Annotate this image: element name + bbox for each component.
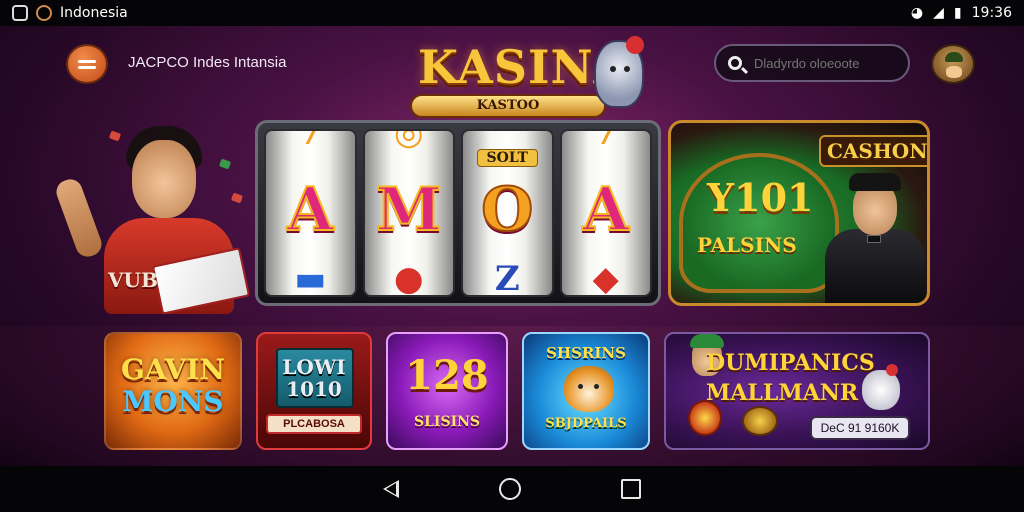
card-table: [679, 153, 839, 293]
wifi-icon: ◕: [910, 5, 924, 21]
game-tile[interactable]: DUMIPANICS MALLMANR DeC 91 9160K: [664, 332, 930, 450]
game-tile[interactable]: 128 SLISINS: [386, 332, 508, 450]
reel-label: SOLT: [477, 149, 538, 167]
shiba-dog-icon: [564, 366, 614, 412]
tile-title-line2: 1010: [286, 377, 342, 401]
game-tile[interactable]: GAVIN MONS: [104, 332, 242, 450]
tile-title: LOWI 1010: [258, 356, 370, 400]
slot-reel: 7 A ◆: [559, 129, 652, 297]
character-arm: [53, 175, 105, 261]
tile-number: 128: [405, 352, 489, 399]
puppy-icon: [862, 364, 900, 410]
tile-title-line2: MONS: [122, 385, 224, 418]
page-title: JACPCO Indes Intansia: [128, 54, 287, 71]
search-input[interactable]: [754, 55, 904, 71]
game-tile[interactable]: LOWI 1010 PLCABOSA: [256, 332, 372, 450]
casino-chip-icon: [688, 400, 722, 436]
tile-subtitle: PLCABOSA: [266, 414, 362, 434]
avatar[interactable]: [931, 44, 975, 84]
table-game-banner[interactable]: Y101 PALSINS CASHONS: [668, 120, 930, 306]
reel-symbol-bottom: ●: [393, 259, 424, 297]
battery-icon: ▮: [953, 5, 962, 21]
banner-subtitle: PALSINS: [697, 233, 797, 257]
tile-subtitle: SLISINS: [413, 414, 481, 430]
back-icon[interactable]: [383, 480, 399, 498]
status-time: 19:36: [971, 5, 1012, 21]
dealer-character-art: [819, 173, 927, 303]
signal-icon: ◢: [933, 5, 944, 21]
logo-ribbon: KASTOO: [410, 94, 606, 118]
system-nav-bar: [0, 466, 1024, 512]
slot-reel: 7 A ▬: [264, 129, 357, 297]
app-notification-icon: [12, 5, 28, 21]
game-tile[interactable]: SHSRINS SBJDPAILS: [522, 332, 650, 450]
reel-symbol-top: 7: [593, 129, 618, 153]
slot-machine-banner[interactable]: 7 A ▬ ◎ M ● SOLT O Z 7 A ◆: [255, 120, 661, 306]
reel-symbol-middle: M: [375, 174, 443, 246]
casino-logo[interactable]: KASINA KASTOO: [408, 36, 648, 122]
browser-notification-icon: [36, 5, 52, 21]
reel-symbol-middle: A: [286, 174, 335, 246]
reel-symbol-middle: A: [581, 174, 630, 246]
tile-title: GAVIN MONS: [106, 354, 240, 418]
status-app-name: Indonesia: [60, 5, 128, 21]
home-icon[interactable]: [499, 478, 521, 500]
reel-symbol-bottom: Z: [494, 259, 520, 297]
reel-symbol-bottom: ◆: [592, 259, 619, 297]
flying-card-icon: [218, 158, 232, 170]
search-bar[interactable]: [714, 44, 910, 82]
banner-number: Y101: [707, 175, 814, 220]
tile-title-line1: LOWI: [282, 355, 346, 379]
player-character-art: VUB: [53, 118, 251, 318]
gold-coin-icon: [742, 406, 778, 436]
dealer-hat-icon: [849, 173, 901, 191]
character-sign: VUB: [108, 268, 158, 292]
tile-title: SHSRINS: [546, 344, 626, 362]
status-icons: ◕ ◢ ▮ 19:36: [911, 5, 1012, 21]
banner-title: CASHONS: [819, 135, 927, 167]
character-head: [132, 140, 196, 218]
reel-symbol-bottom: ▬: [294, 259, 327, 297]
menu-button[interactable]: [66, 44, 108, 84]
hamburger-icon: [78, 59, 96, 63]
search-icon: [728, 56, 742, 70]
wolf-mascot-icon: [594, 36, 644, 108]
slot-reel: ◎ M ●: [362, 129, 455, 297]
tile-title-line1: GAVIN: [120, 353, 225, 386]
flying-card-icon: [230, 192, 244, 204]
tile-pill-label: DeC 91 9160K: [810, 416, 910, 440]
flying-card-icon: [108, 130, 122, 142]
casino-home-screen: JACPCO Indes Intansia KASINA KASTOO VUB …: [0, 26, 1024, 466]
recent-apps-icon[interactable]: [621, 479, 641, 499]
slot-reel: SOLT O Z: [461, 129, 554, 297]
reel-symbol-middle: O: [480, 174, 534, 246]
tile-subtitle: SBJDPAILS: [545, 416, 627, 431]
reel-symbol-top: 7: [298, 129, 323, 153]
status-bar: Indonesia ◕ ◢ ▮ 19:36: [0, 0, 1024, 26]
reel-symbol-top: ◎: [393, 129, 424, 153]
bowtie-icon: [867, 235, 881, 243]
